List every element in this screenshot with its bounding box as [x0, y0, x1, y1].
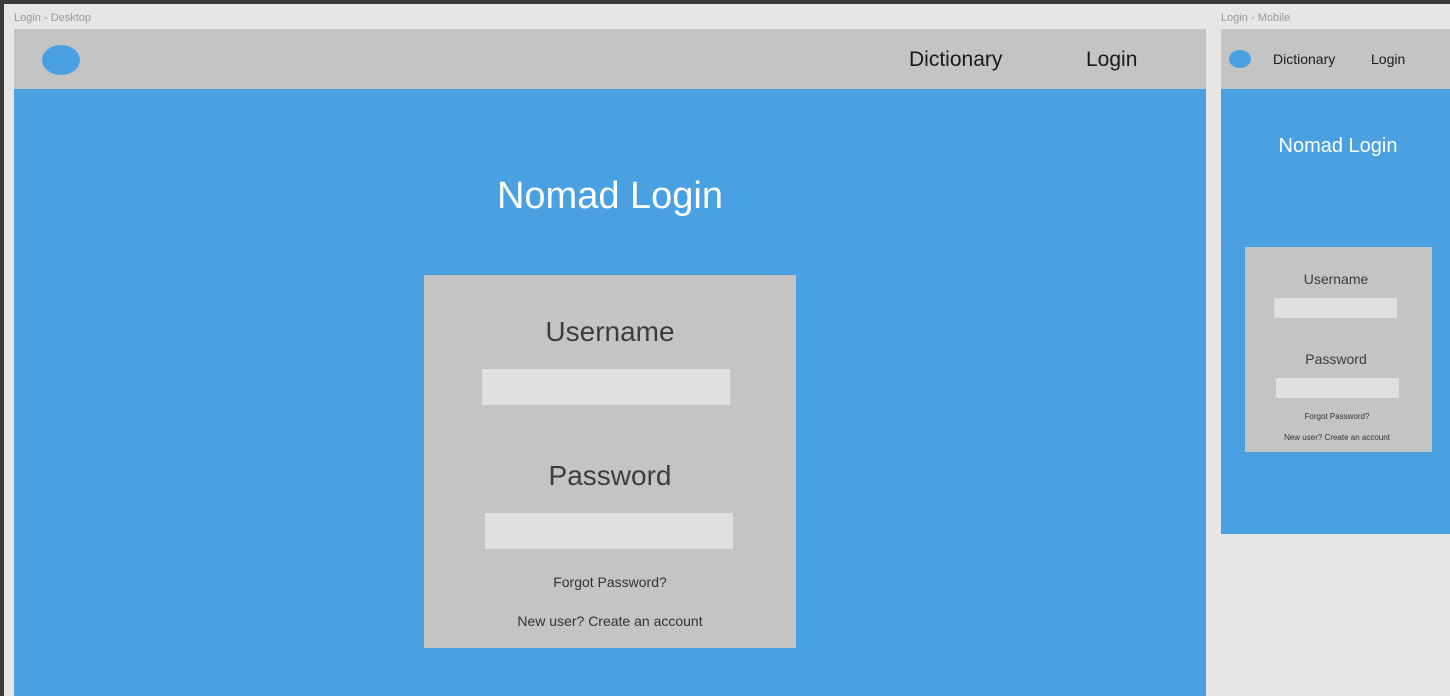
password-input[interactable] — [1276, 378, 1399, 398]
mobile-frame-label: Login - Mobile — [1221, 12, 1291, 24]
design-canvas: Login - Desktop Dictionary Login Nomad L… — [0, 0, 1450, 696]
username-label: Username — [1303, 271, 1369, 287]
page-title: Nomad Login — [1278, 135, 1398, 157]
nav-dictionary-link[interactable]: Dictionary — [1273, 51, 1335, 67]
login-card: Username Password Forgot Password? New u… — [1245, 247, 1432, 452]
mobile-artboard: Dictionary Login Nomad Login Username Pa… — [1221, 29, 1450, 534]
nav-dictionary-link[interactable]: Dictionary — [909, 48, 1002, 72]
username-input[interactable] — [1274, 298, 1397, 318]
page-title: Nomad Login — [496, 175, 724, 217]
password-input[interactable] — [485, 513, 733, 549]
create-account-link[interactable]: New user? Create an account — [1245, 433, 1429, 442]
username-label: Username — [545, 316, 675, 347]
login-card: Username Password Forgot Password? New u… — [424, 275, 796, 648]
desktop-artboard: Dictionary Login Nomad Login Username Pa… — [14, 29, 1206, 696]
nav-login-link[interactable]: Login — [1371, 51, 1405, 67]
password-label: Password — [1305, 351, 1367, 367]
logo-icon[interactable] — [1229, 50, 1251, 68]
forgot-password-link[interactable]: Forgot Password? — [424, 574, 796, 590]
password-label: Password — [548, 460, 672, 491]
username-input[interactable] — [482, 369, 730, 405]
logo-icon[interactable] — [42, 45, 80, 75]
create-account-link[interactable]: New user? Create an account — [424, 613, 796, 629]
mobile-navbar: Dictionary Login — [1221, 29, 1450, 89]
desktop-navbar: Dictionary Login — [14, 29, 1206, 89]
nav-login-link[interactable]: Login — [1086, 48, 1137, 72]
desktop-frame-label: Login - Desktop — [14, 12, 92, 24]
forgot-password-link[interactable]: Forgot Password? — [1245, 412, 1429, 421]
